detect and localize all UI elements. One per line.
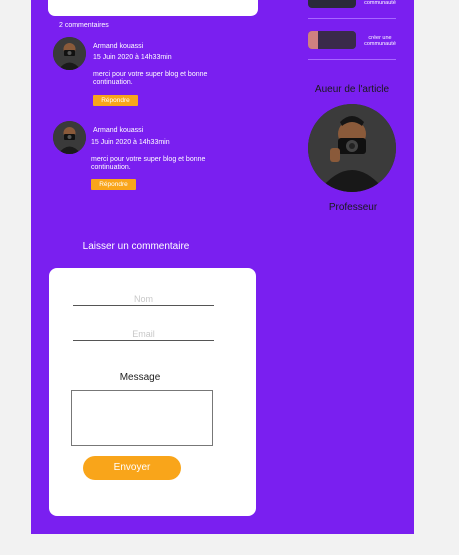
comment-form-title: Laisser un commentaire <box>82 241 190 252</box>
comment-text: merci pour votre super blog et bonne con… <box>93 71 208 86</box>
comment-item: Armand kouassi 15 Juin 2020 à 14h33min m… <box>53 37 243 112</box>
comment-date: 15 Juin 2020 à 14h33min <box>91 139 170 146</box>
message-textarea[interactable] <box>71 390 213 446</box>
article-author-role: Professeur <box>328 202 378 213</box>
send-button[interactable]: Envoyer <box>83 456 181 480</box>
article-author-heading: Aueur de l'article <box>314 84 390 95</box>
sidebar-item-label: communauté <box>364 0 396 6</box>
name-field[interactable] <box>73 292 214 306</box>
comment-count: 2 commentaires <box>59 22 109 29</box>
comment-text: merci pour votre super blog et bonne con… <box>91 156 206 171</box>
comment-author: Armand kouassi <box>93 43 144 50</box>
commenter-avatar <box>53 37 86 70</box>
reply-button[interactable]: Répondre <box>93 95 138 106</box>
sidebar-divider <box>308 18 396 19</box>
reply-button[interactable]: Répondre <box>91 179 136 190</box>
email-field[interactable] <box>73 327 214 341</box>
sidebar-divider <box>308 59 396 60</box>
message-label: Message <box>119 372 161 383</box>
article-author-avatar <box>308 104 396 192</box>
community-thumbnail <box>308 0 356 8</box>
comment-date: 15 Juin 2020 à 14h33min <box>93 54 172 61</box>
sidebar-item-create-community[interactable]: créer une communauté <box>308 31 396 51</box>
sidebar-item-label: créer une communauté <box>364 35 396 47</box>
sidebar-item-community[interactable]: communauté <box>308 0 396 10</box>
article-card-bottom <box>48 0 258 16</box>
comment-item: Armand kouassi 15 Juin 2020 à 14h33min m… <box>53 121 243 196</box>
comment-author: Armand kouassi <box>93 127 144 134</box>
create-community-thumbnail <box>308 31 356 49</box>
commenter-avatar <box>53 121 86 154</box>
